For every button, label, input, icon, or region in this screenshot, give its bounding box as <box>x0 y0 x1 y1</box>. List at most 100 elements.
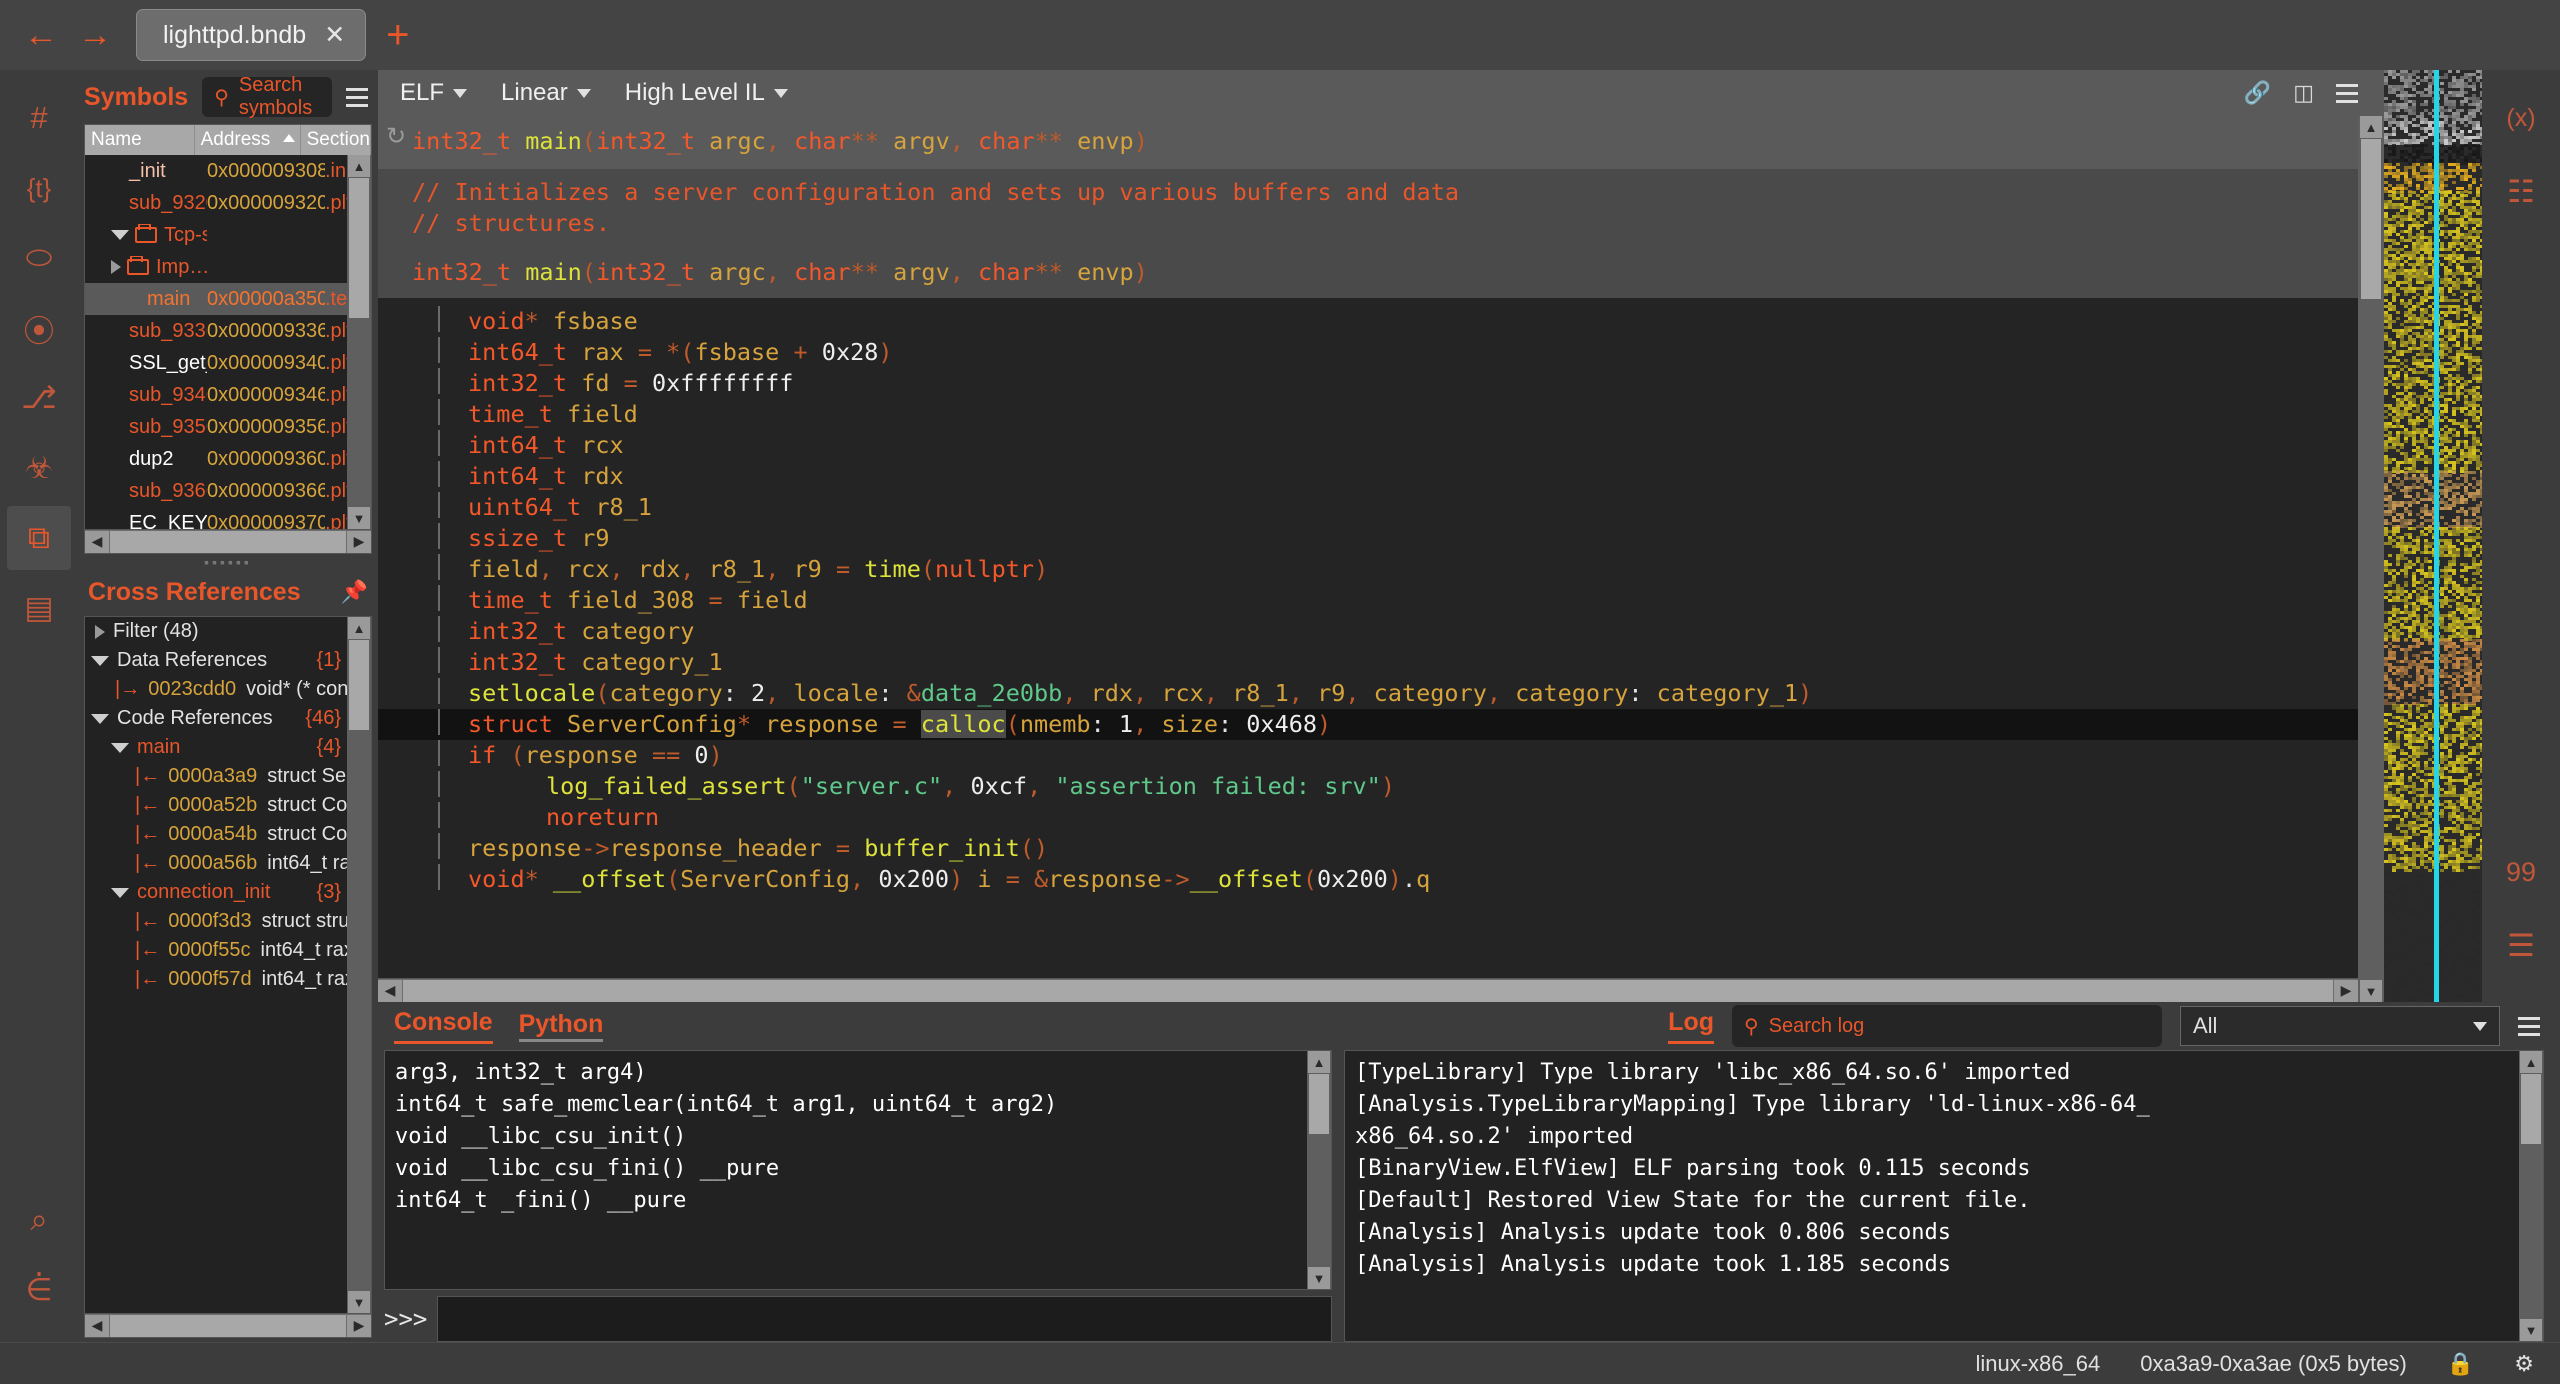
table-row[interactable]: sub_93360x000009336.plt <box>85 315 347 347</box>
table-row[interactable]: sub_93200x000009320.plt <box>85 187 347 219</box>
table-row[interactable]: Imp… <box>85 251 347 283</box>
log-panel-menu-icon[interactable] <box>2518 1017 2544 1036</box>
console-output[interactable]: arg3, int32_t arg4) int64_t safe_memclea… <box>384 1050 1332 1290</box>
tab-log[interactable]: Log <box>1668 1008 1714 1044</box>
xrefs-group-row[interactable]: connection_init{3} <box>85 878 347 907</box>
console-input[interactable] <box>437 1296 1332 1342</box>
arrow-right-icon[interactable]: → <box>68 8 122 62</box>
scrollbar-thumb[interactable] <box>1309 1074 1329 1134</box>
close-icon[interactable]: ✕ <box>324 20 345 50</box>
scroll-up-icon[interactable]: ▲ <box>1308 1051 1330 1073</box>
scroll-right-icon[interactable]: ▶ <box>347 531 371 553</box>
code-line[interactable]: void* fsbase <box>378 306 2358 337</box>
scroll-left-icon[interactable]: ◀ <box>85 1315 109 1337</box>
chevron-down-icon[interactable] <box>91 714 109 724</box>
memory-map-rail-icon[interactable]: ⦿ <box>7 296 71 360</box>
scroll-up-icon[interactable]: ▲ <box>348 155 370 177</box>
scroll-right-icon[interactable]: ▶ <box>347 1315 371 1337</box>
table-row[interactable]: Tcp-st… <box>85 219 347 251</box>
code-line[interactable]: if (response == 0) <box>378 740 2358 771</box>
code-line[interactable]: struct ServerConfig* response = calloc(n… <box>378 709 2358 740</box>
code-line[interactable]: void* __offset(ServerConfig, 0x200) i = … <box>378 864 2358 895</box>
chevron-right-icon[interactable] <box>111 260 121 274</box>
pin-icon[interactable]: 📌 <box>341 579 368 605</box>
chevron-down-icon[interactable] <box>111 230 129 240</box>
scroll-down-icon[interactable]: ▼ <box>348 1291 370 1313</box>
scroll-right-icon[interactable]: ▶ <box>2334 980 2358 1002</box>
chevron-down-icon[interactable] <box>111 888 129 898</box>
xrefs-item-row[interactable]: |→0023cdd0void* (* const callo <box>85 675 347 704</box>
tab-python[interactable]: Python <box>519 1010 604 1042</box>
code-line[interactable]: field, rcx, rdx, r8_1, r9 = time(nullptr… <box>378 554 2358 585</box>
table-row[interactable]: SSL_get_s…0x000009340.plt <box>85 347 347 379</box>
panel-resize-grip[interactable]: ▪▪▪▪▪▪ <box>78 554 378 568</box>
link-icon[interactable]: 🔗 <box>2244 80 2271 106</box>
xrefs-group-row[interactable]: main{4} <box>85 733 347 762</box>
view-type-dropdown[interactable]: ELF <box>400 79 467 107</box>
code-line[interactable]: noreturn <box>378 802 2358 833</box>
code-line[interactable]: int64_t rcx <box>378 430 2358 461</box>
xrefs-item-row[interactable]: |←0000a54bstruct Connection* <box>85 820 347 849</box>
minimap-cursor[interactable] <box>2434 70 2439 1002</box>
symbols-rail-icon[interactable]: # <box>7 86 71 150</box>
scroll-down-icon[interactable]: ▼ <box>2360 980 2382 1002</box>
terminal-rail-icon[interactable]: ⋵ <box>7 1258 71 1322</box>
scroll-left-icon[interactable]: ◀ <box>378 980 402 1002</box>
scrollbar-thumb[interactable] <box>349 640 369 730</box>
refresh-icon[interactable]: ↻ <box>386 122 406 151</box>
chevron-down-icon[interactable] <box>111 743 129 753</box>
types-rail-icon[interactable]: {t} <box>7 156 71 220</box>
stack-view-rail-icon[interactable]: ▤ <box>7 576 71 640</box>
xrefs-horizontal-scrollbar[interactable]: ◀ ▶ <box>85 1313 371 1337</box>
xrefs-group-row[interactable]: Code References{46} <box>85 704 347 733</box>
layers-rail-icon[interactable]: ☷ <box>2489 160 2553 224</box>
code-line[interactable]: uint64_t r8_1 <box>378 492 2358 523</box>
new-tab-button[interactable]: + <box>386 15 409 55</box>
code-line[interactable]: log_failed_assert("server.c", 0xcf, "ass… <box>378 771 2358 802</box>
tab-lighttpd-bndb[interactable]: lighttpd.bndb ✕ <box>136 9 366 61</box>
column-header-name[interactable]: Name <box>85 125 195 155</box>
xrefs-item-row[interactable]: |←0000f57dint64_t rax_29 = ca <box>85 965 347 994</box>
split-pane-icon[interactable]: ◫ <box>2293 80 2314 106</box>
symbols-horizontal-scrollbar[interactable]: ◀ ▶ <box>85 529 371 553</box>
code-line[interactable]: setlocale(category: 2, locale: &data_2e0… <box>378 678 2358 709</box>
search-rail-icon[interactable]: ⌕ <box>7 1188 71 1252</box>
code-line[interactable]: int64_t rax = *(fsbase + 0x28) <box>378 337 2358 368</box>
code-line[interactable]: ssize_t r9 <box>378 523 2358 554</box>
scroll-left-icon[interactable]: ◀ <box>85 531 109 553</box>
xrefs-item-row[interactable]: |←0000a3a9struct ServerConfig <box>85 762 347 791</box>
xrefs-item-row[interactable]: |←0000f3d3struct struct_7* ra <box>85 907 347 936</box>
il-level-dropdown[interactable]: High Level IL <box>625 79 788 107</box>
layout-dropdown[interactable]: Linear <box>501 79 591 107</box>
search-log-input[interactable]: ⚲ Search log <box>1732 1005 2162 1047</box>
scroll-down-icon[interactable]: ▼ <box>2520 1319 2542 1341</box>
scrollbar-thumb[interactable] <box>349 178 369 318</box>
scrollbar-thumb-h[interactable] <box>110 1315 346 1337</box>
symbols-vertical-scrollbar[interactable]: ▲ ▼ <box>347 155 371 529</box>
column-header-section[interactable]: Section <box>301 125 371 155</box>
scroll-down-icon[interactable]: ▼ <box>1308 1267 1330 1289</box>
code-pane-menu-icon[interactable] <box>2336 84 2362 103</box>
table-row[interactable]: _init0x000009308.init <box>85 155 347 187</box>
code-body[interactable]: void* fsbase int64_t rax = *(fsbase + 0x… <box>378 298 2358 978</box>
xrefs-vertical-scrollbar[interactable]: ▲ ▼ <box>347 617 371 1313</box>
tab-console[interactable]: Console <box>394 1008 493 1044</box>
strings-rail-icon[interactable]: ⎇ <box>7 366 71 430</box>
xrefs-item-row[interactable]: |←0000a52bstruct Connection* <box>85 791 347 820</box>
log-vertical-scrollbar[interactable]: ▲ ▼ <box>2519 1051 2543 1341</box>
xrefs-filter-row[interactable]: Filter (48) <box>85 617 347 646</box>
cross-references-rail-icon[interactable]: ⧉ <box>7 506 71 570</box>
comments-rail-icon[interactable]: 99 <box>2489 840 2553 904</box>
scroll-down-icon[interactable]: ▼ <box>348 507 370 529</box>
column-header-address[interactable]: Address <box>195 125 301 155</box>
code-line[interactable]: response->response_header = buffer_init(… <box>378 833 2358 864</box>
symbols-row-list[interactable]: _init0x000009308.initsub_93200x000009320… <box>85 155 347 529</box>
table-row[interactable]: main0x00000a350.text <box>85 283 347 315</box>
expressions-rail-icon[interactable]: (x) <box>2489 86 2553 150</box>
code-line[interactable]: int64_t rdx <box>378 461 2358 492</box>
code-line[interactable]: time_t field <box>378 399 2358 430</box>
code-line[interactable]: int32_t category_1 <box>378 647 2358 678</box>
log-level-filter[interactable]: All <box>2180 1006 2500 1046</box>
chevron-down-icon[interactable] <box>91 656 109 666</box>
xrefs-row-list[interactable]: Filter (48)Data References{1}|→0023cdd0v… <box>85 617 347 1313</box>
